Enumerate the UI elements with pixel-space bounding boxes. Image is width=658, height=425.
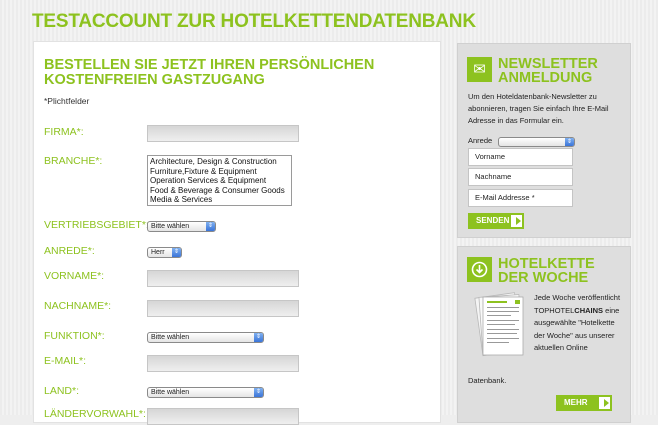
branche-option[interactable]: Operation Services & Equipment xyxy=(150,176,289,186)
vertriebsgebiet-label: VERTRIEBSGEBIET*: xyxy=(44,219,149,231)
anrede-select[interactable]: Herr ⇕ xyxy=(147,247,182,258)
vorname-input[interactable] xyxy=(147,270,299,287)
email-input[interactable] xyxy=(147,355,299,372)
newsletter-submit-button[interactable]: SENDEN xyxy=(468,213,524,229)
arrow-right-icon xyxy=(511,215,522,227)
newsletter-box: ✉ NEWSLETTER ANMELDUNG Um den Hoteldaten… xyxy=(457,43,631,238)
nachname-input[interactable] xyxy=(147,300,299,317)
select-arrows-icon: ⇕ xyxy=(565,138,574,146)
hotel-of-week-title-line2: DER WOCHE xyxy=(498,270,589,286)
more-button[interactable]: MEHR xyxy=(556,395,612,411)
firma-label: FIRMA*: xyxy=(44,126,84,138)
newsletter-anrede-label: Anrede xyxy=(468,136,493,145)
select-arrows-icon: ⇕ xyxy=(206,222,215,231)
required-fields-note: *Plichtfelder xyxy=(44,96,90,106)
newsletter-title-line1: NEWSLETTER xyxy=(498,56,598,72)
more-button-label: MEHR xyxy=(564,398,588,407)
branche-label: BRANCHE*: xyxy=(44,155,103,167)
branche-option[interactable]: Media & Services xyxy=(150,195,289,205)
laendervorwahl-label: LÄNDERVORWAHL*: xyxy=(44,408,146,420)
branche-option[interactable]: Food & Beverage & Consumer Goods xyxy=(150,186,289,196)
hotel-of-week-text-last: Datenbank. xyxy=(468,376,507,385)
funktion-select[interactable]: Bitte wählen ⇕ xyxy=(147,332,264,343)
hotel-of-week-title-line1: HOTELKETTE xyxy=(498,256,595,272)
branche-listbox[interactable]: Architecture, Design & Construction Furn… xyxy=(147,155,292,206)
newsletter-vorname-input[interactable]: Vorname xyxy=(468,148,573,166)
select-arrows-icon: ⇕ xyxy=(254,333,263,342)
signup-form-panel: BESTELLEN SIE JETZT IHREN PERSÖNLICHEN K… xyxy=(33,41,441,425)
newsletter-anrede-select[interactable]: ⇕ xyxy=(498,137,575,147)
firma-input[interactable] xyxy=(147,125,299,142)
hotel-of-week-box: HOTELKETTE DER WOCHE Jede Woche veröffen… xyxy=(457,246,631,423)
vertriebsgebiet-select[interactable]: Bitte wählen ⇕ xyxy=(147,221,216,232)
newsletter-nachname-input[interactable]: Nachname xyxy=(468,168,573,186)
document-stack-image xyxy=(474,292,524,357)
download-icon xyxy=(467,257,492,282)
envelope-icon: ✉ xyxy=(467,57,492,82)
hotel-of-week-text-bold: CHAINS xyxy=(574,305,604,315)
newsletter-email-input[interactable]: E-Mail Addresse * xyxy=(468,189,573,207)
land-label: LAND*: xyxy=(44,385,80,397)
branche-option[interactable]: Architecture, Design & Construction xyxy=(150,157,289,167)
anrede-select-value: Herr xyxy=(151,249,165,256)
hotel-of-week-title: HOTELKETTE DER WOCHE xyxy=(498,256,595,286)
form-heading: BESTELLEN SIE JETZT IHREN PERSÖNLICHEN K… xyxy=(44,57,375,88)
anrede-label: ANREDE*: xyxy=(44,245,95,257)
land-select-value: Bitte wählen xyxy=(151,389,190,396)
funktion-label: FUNKTION*: xyxy=(44,330,105,342)
branche-option[interactable]: Furniture,Fixture & Equipment xyxy=(150,167,289,177)
newsletter-description: Um den Hoteldatenbank-Newsletter zu abon… xyxy=(468,92,609,125)
funktion-select-value: Bitte wählen xyxy=(151,334,190,341)
select-arrows-icon: ⇕ xyxy=(172,248,181,257)
vorname-label: VORNAME*: xyxy=(44,270,105,282)
nachname-label: NACHNAME*: xyxy=(44,300,112,312)
vertriebsgebiet-select-value: Bitte wählen xyxy=(151,223,190,230)
page-title: TESTACCOUNT ZUR HOTELKETTENDATENBANK xyxy=(32,11,476,32)
land-select[interactable]: Bitte wählen ⇕ xyxy=(147,387,264,398)
hotel-of-week-text: Jede Woche veröffentlicht TOPHOTELCHAINS… xyxy=(534,292,624,355)
email-label: E-MAIL*: xyxy=(44,355,87,367)
newsletter-title: NEWSLETTER ANMELDUNG xyxy=(498,56,598,86)
select-arrows-icon: ⇕ xyxy=(254,388,263,397)
submit-button-label: SENDEN xyxy=(476,216,510,225)
laendervorwahl-input[interactable] xyxy=(147,408,299,425)
arrow-right-icon xyxy=(599,397,610,409)
newsletter-title-line2: ANMELDUNG xyxy=(498,70,593,86)
